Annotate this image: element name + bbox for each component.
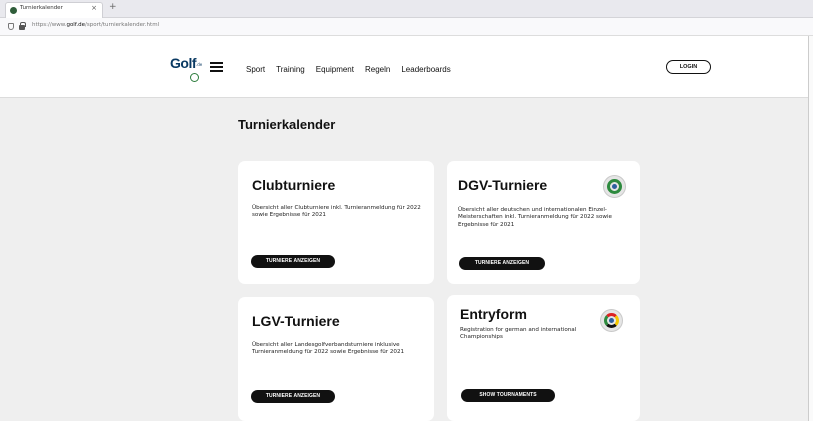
dgv-turniere-button[interactable]: TURNIERE ANZEIGEN bbox=[459, 257, 545, 270]
new-tab-button[interactable]: + bbox=[109, 2, 117, 12]
dgv-badge-icon bbox=[190, 73, 199, 82]
golf-logo[interactable]: Golf bbox=[170, 55, 197, 71]
nav-training[interactable]: Training bbox=[276, 65, 305, 74]
shield-icon[interactable] bbox=[8, 23, 14, 30]
clubturniere-button[interactable]: TURNIERE ANZEIGEN bbox=[251, 255, 335, 268]
scrollbar[interactable] bbox=[808, 36, 813, 421]
card-description: Übersicht aller Landesgolfverbandsturnie… bbox=[252, 342, 405, 356]
nav-leaderboards[interactable]: Leaderboards bbox=[401, 65, 450, 74]
card-lgv-turniere: LGV-Turniere Übersicht aller Landesgolfv… bbox=[238, 297, 434, 421]
login-button[interactable]: LOGIN bbox=[666, 60, 711, 74]
card-dgv-turniere: DGV-Turniere Übersicht aller deutschen u… bbox=[447, 161, 640, 284]
entryform-emblem-icon bbox=[600, 309, 623, 332]
card-title: Clubturniere bbox=[252, 177, 336, 193]
card-description: Registration for german and internationa… bbox=[460, 327, 577, 341]
card-title: LGV-Turniere bbox=[252, 313, 340, 329]
lgv-turniere-button[interactable]: TURNIERE ANZEIGEN bbox=[251, 390, 335, 403]
browser-tab[interactable]: Turnierkalender × bbox=[5, 2, 103, 18]
card-entryform: Entryform Registration for german and in… bbox=[447, 295, 640, 421]
address-bar[interactable]: https://www.golf.de/sport/turnierkalende… bbox=[0, 18, 813, 36]
dgv-emblem-icon bbox=[603, 175, 626, 198]
card-title: Entryform bbox=[460, 306, 527, 322]
nav-sport[interactable]: Sport bbox=[246, 65, 265, 74]
url-text[interactable]: https://www.golf.de/sport/turnierkalende… bbox=[32, 22, 159, 28]
page-title: Turnierkalender bbox=[238, 117, 336, 132]
lock-icon[interactable] bbox=[19, 22, 26, 30]
golf-logo-suffix: .de bbox=[196, 62, 203, 67]
main-nav: Sport Training Equipment Regeln Leaderbo… bbox=[246, 65, 451, 74]
url-path: /sport/turnierkalender.html bbox=[85, 22, 160, 28]
card-description: Übersicht aller deutschen und internatio… bbox=[458, 207, 612, 228]
nav-equipment[interactable]: Equipment bbox=[316, 65, 354, 74]
main-content: Turnierkalender Clubturniere Übersicht a… bbox=[0, 98, 813, 421]
show-tournaments-button[interactable]: SHOW TOURNAMENTS bbox=[461, 389, 555, 402]
nav-regeln[interactable]: Regeln bbox=[365, 65, 390, 74]
golf-favicon-icon bbox=[10, 7, 17, 14]
url-domain: golf.de bbox=[66, 22, 85, 28]
close-tab-icon[interactable]: × bbox=[91, 4, 97, 12]
url-prefix: https://www. bbox=[32, 22, 67, 28]
site-header: Golf .de Sport Training Equipment Regeln… bbox=[0, 36, 813, 98]
tab-title: Turnierkalender bbox=[20, 5, 63, 11]
browser-tab-bar: Turnierkalender × + bbox=[0, 0, 813, 18]
card-clubturniere: Clubturniere Übersicht aller Clubturnier… bbox=[238, 161, 434, 284]
card-description: Übersicht aller Clubturniere inkl. Turni… bbox=[252, 205, 421, 219]
card-title: DGV-Turniere bbox=[458, 177, 548, 193]
hamburger-menu-icon[interactable] bbox=[210, 62, 223, 72]
